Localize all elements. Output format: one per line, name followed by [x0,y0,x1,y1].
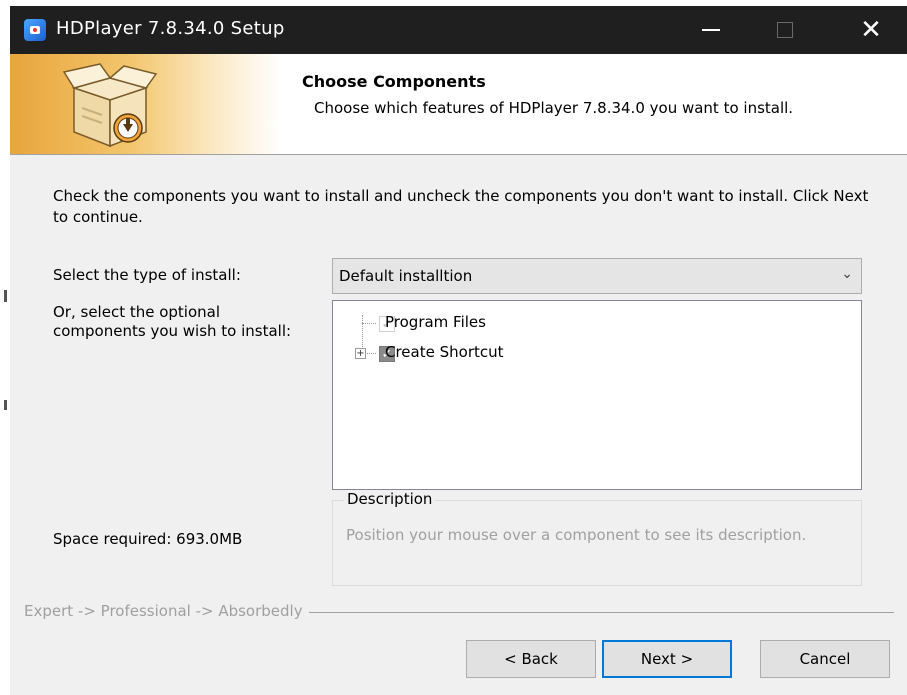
header-banner: Choose Components Choose which features … [10,54,907,155]
optional-components-label: Or, select the optional components you w… [53,303,292,340]
close-button[interactable]: ✕ [836,6,906,54]
description-text: Position your mouse over a component to … [346,526,807,544]
setup-window: HDPlayer 7.8.34.0 Setup ✕ Choose Compone… [10,6,907,695]
window-title: HDPlayer 7.8.34.0 Setup [56,18,285,39]
tree-item-label: Program Files [385,313,486,331]
tree-item-label: Create Shortcut [385,343,504,361]
tree-item-program-files[interactable]: ✓ Program Files [333,311,853,335]
minimize-icon [702,29,720,31]
page-title: Choose Components [302,72,486,91]
minimize-button[interactable] [676,6,746,54]
page-subtitle: Choose which features of HDPlayer 7.8.34… [314,99,794,117]
close-icon: ✕ [860,15,882,45]
branding-text: Expert -> Professional -> Absorbedly [24,602,309,620]
title-bar[interactable]: HDPlayer 7.8.34.0 Setup ✕ [10,6,907,54]
next-button[interactable]: Next > [602,640,732,678]
intro-text: Check the components you want to install… [53,187,869,226]
chevron-down-icon: ⌄ [841,266,853,282]
edge-tick [4,400,7,410]
space-required: Space required: 693.0MB [53,530,243,548]
tree-item-create-shortcut[interactable]: + ✓ Create Shortcut [333,341,853,365]
maximize-icon [777,22,793,38]
left-edge [0,0,10,695]
edge-tick [4,290,7,302]
cancel-button[interactable]: Cancel [760,640,890,678]
back-button[interactable]: < Back [466,640,596,678]
description-title: Description [344,490,436,508]
components-tree[interactable]: ✓ Program Files + ✓ Create Shortcut [332,300,862,490]
install-type-value: Default installtion [339,267,473,285]
installer-box-icon [62,63,158,148]
install-type-select[interactable]: Default installtion ⌄ [332,258,862,294]
maximize-button[interactable] [750,6,820,54]
install-type-label: Select the type of install: [53,266,241,284]
expand-plus-icon[interactable]: + [355,348,366,359]
app-icon [24,19,46,41]
